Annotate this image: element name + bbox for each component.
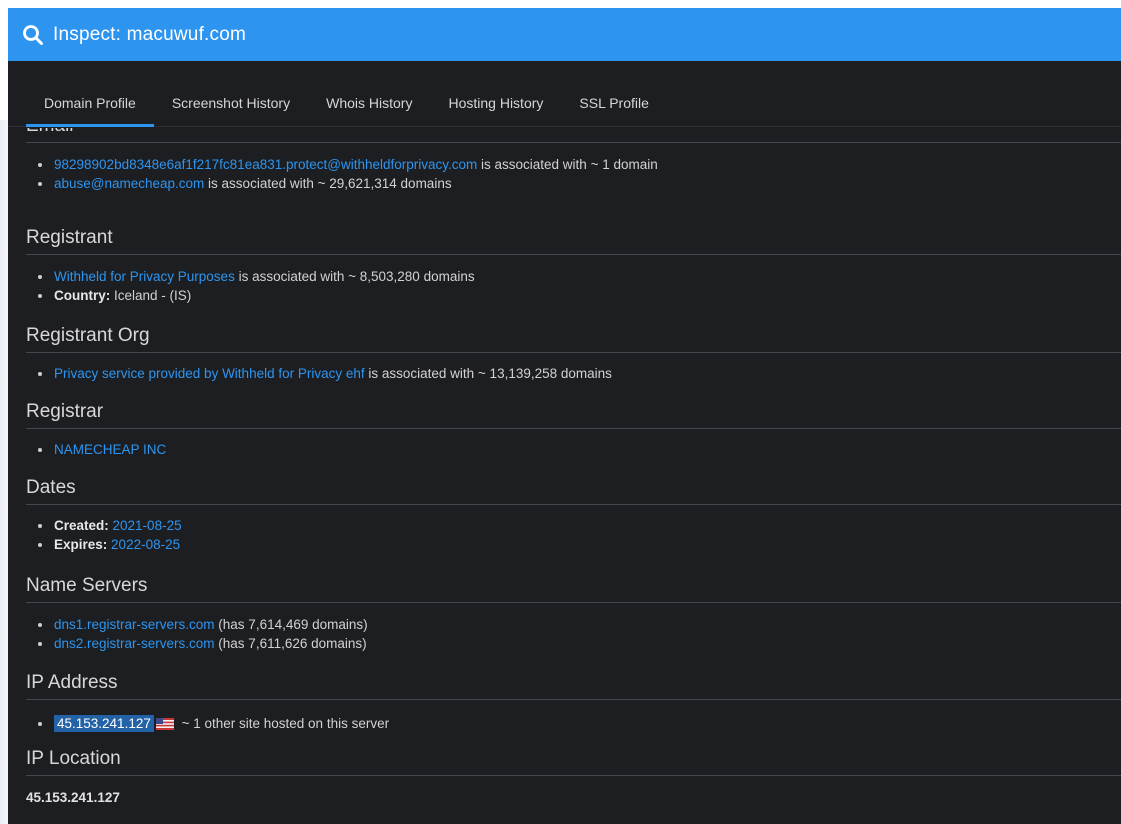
ip-location-value: 45.153.241.127 <box>26 790 120 805</box>
created-date-link[interactable]: 2021-08-25 <box>113 518 182 533</box>
section-heading-registrar: Registrar <box>26 400 1121 429</box>
email-link[interactable]: abuse@namecheap.com <box>54 176 204 191</box>
name-server-item: dns2.registrar-servers.com (has 7,611,62… <box>38 634 1121 653</box>
ip-address-item: 45.153.241.127 ~ 1 other site hosted on … <box>38 714 1121 733</box>
name-server-link[interactable]: dns1.registrar-servers.com <box>54 617 215 632</box>
registrant-name: Withheld for Privacy Purposes is associa… <box>38 267 1121 286</box>
tab-bar: Domain Profile Screenshot History Whois … <box>8 79 1121 127</box>
tab-domain-profile[interactable]: Domain Profile <box>26 79 154 127</box>
tab-ssl-profile[interactable]: SSL Profile <box>561 79 667 126</box>
section-ip-address: IP Address 45.153.241.127 ~ 1 other site… <box>26 671 1121 733</box>
section-registrar: Registrar NAMECHEAP INC <box>26 400 1121 459</box>
expires-date-link[interactable]: 2022-08-25 <box>111 537 180 552</box>
domain-profile-panel[interactable]: Email 98298902bd8348e6af1f217fc81ea831.p… <box>8 128 1121 824</box>
email-link[interactable]: 98298902bd8348e6af1f217fc81ea831.protect… <box>54 157 477 172</box>
section-heading-registrant-org: Registrant Org <box>26 324 1121 353</box>
registrant-country: Country: Iceland - (IS) <box>38 286 1121 305</box>
section-registrant: Registrant Withheld for Privacy Purposes… <box>26 226 1121 305</box>
dialog-title: Inspect: macuwuf.com <box>53 23 247 45</box>
ip-address-link[interactable]: 45.153.241.127 <box>54 715 154 732</box>
section-heading-ip-address: IP Address <box>26 671 1121 700</box>
section-heading-email: Email <box>26 128 1121 143</box>
dialog-header: Inspect: macuwuf.com <box>8 8 1121 61</box>
section-heading-registrant: Registrant <box>26 226 1121 255</box>
tab-whois-history[interactable]: Whois History <box>308 79 430 126</box>
section-name-servers: Name Servers dns1.registrar-servers.com … <box>26 574 1121 653</box>
created-date: Created: 2021-08-25 <box>38 516 1121 535</box>
us-flag-icon <box>155 718 174 730</box>
expires-date: Expires: 2022-08-25 <box>38 535 1121 554</box>
registrar-link[interactable]: NAMECHEAP INC <box>54 442 166 457</box>
section-heading-dates: Dates <box>26 476 1121 505</box>
background-window <box>0 0 8 824</box>
email-item: abuse@namecheap.com is associated with ~… <box>38 174 1121 193</box>
registrar-item: NAMECHEAP INC <box>38 440 1121 459</box>
email-item: 98298902bd8348e6af1f217fc81ea831.protect… <box>38 155 1121 174</box>
section-heading-ip-location: IP Location <box>26 747 1121 776</box>
section-ip-location: IP Location <box>26 747 1121 776</box>
search-icon <box>23 24 43 45</box>
section-email: Email 98298902bd8348e6af1f217fc81ea831.p… <box>26 128 1121 193</box>
inspect-dialog: Inspect: macuwuf.com Domain Profile Scre… <box>8 8 1121 824</box>
registrant-link[interactable]: Withheld for Privacy Purposes <box>54 269 235 284</box>
section-registrant-org: Registrant Org Privacy service provided … <box>26 324 1121 383</box>
name-server-link[interactable]: dns2.registrar-servers.com <box>54 636 215 651</box>
section-heading-name-servers: Name Servers <box>26 574 1121 603</box>
section-dates: Dates Created: 2021-08-25 Expires: 2022-… <box>26 476 1121 554</box>
registrant-org-item: Privacy service provided by Withheld for… <box>38 364 1121 383</box>
name-server-item: dns1.registrar-servers.com (has 7,614,46… <box>38 615 1121 634</box>
tab-hosting-history[interactable]: Hosting History <box>430 79 561 126</box>
registrant-org-link[interactable]: Privacy service provided by Withheld for… <box>54 366 365 381</box>
tab-screenshot-history[interactable]: Screenshot History <box>154 79 308 126</box>
